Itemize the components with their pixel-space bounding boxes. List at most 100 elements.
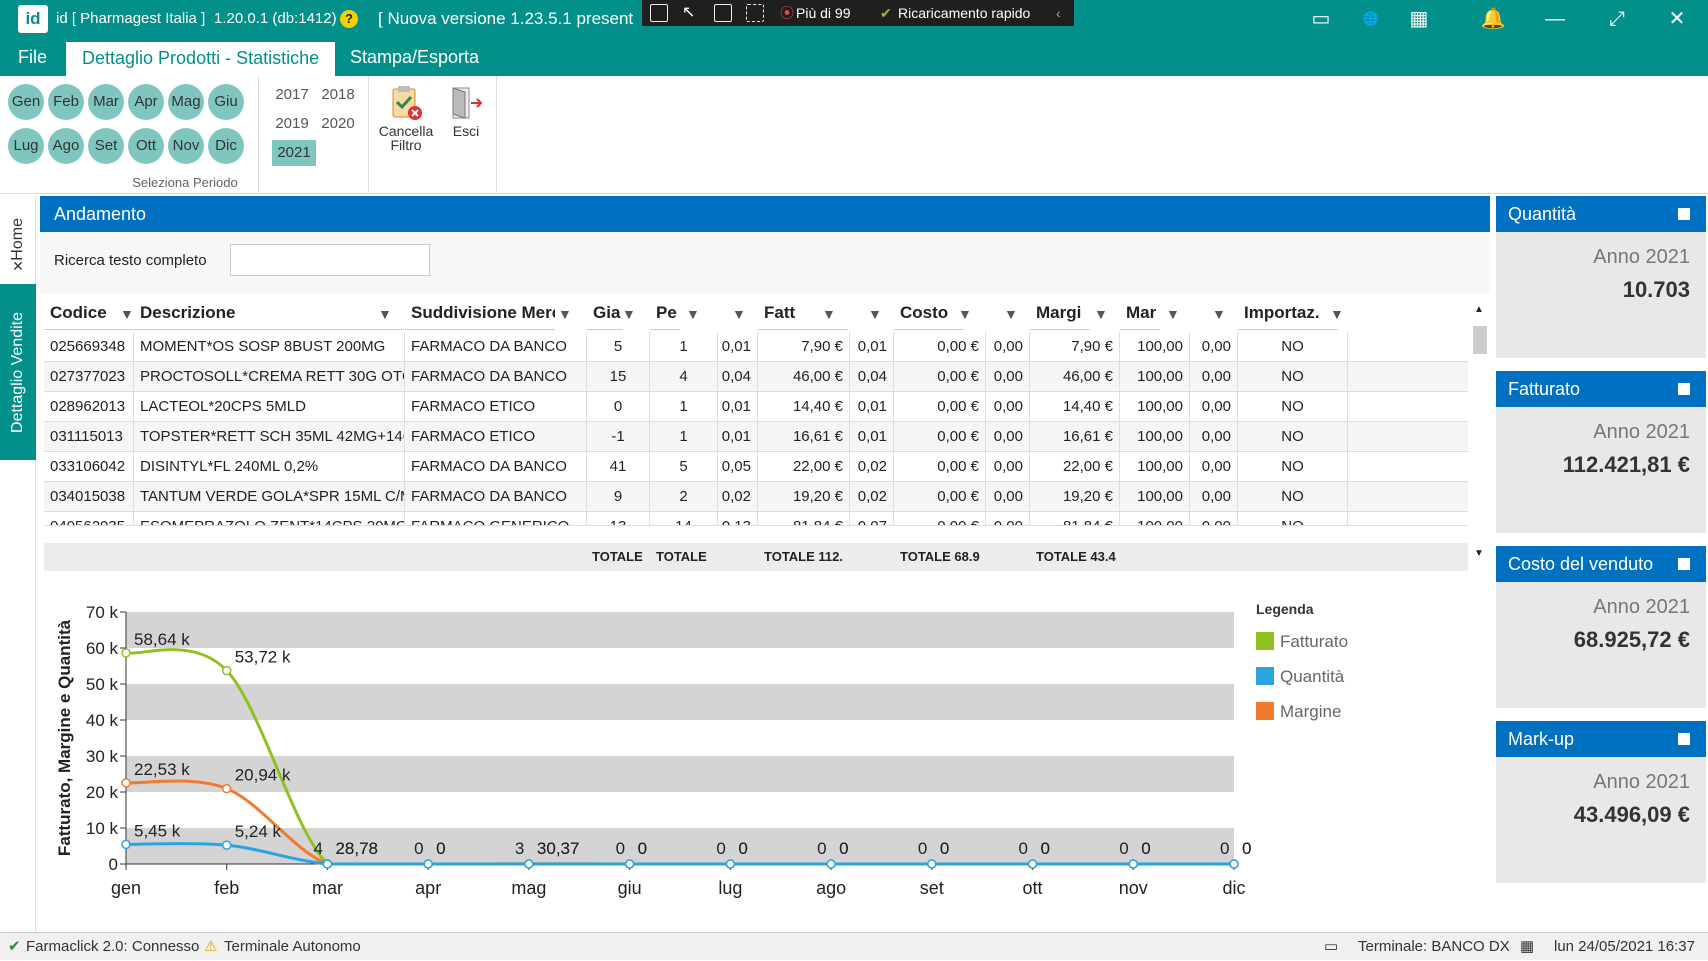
x-tick-label: dic: [1222, 878, 1245, 898]
table-row[interactable]: 033106042 DISINTYL*FL 240ML 0,2% FARMACO D…: [44, 452, 1468, 482]
help-icon[interactable]: ?: [340, 10, 358, 28]
table-row[interactable]: 034015038 TANTUM VERDE GOLA*SPR 15ML C/M F…: [44, 482, 1468, 512]
month-giu[interactable]: Giu: [208, 84, 244, 120]
filter-icon[interactable]: ▼: [120, 306, 134, 322]
filter-icon[interactable]: ▼: [1330, 306, 1344, 322]
minimize-icon[interactable]: —: [1540, 0, 1570, 38]
month-dic[interactable]: Dic: [208, 128, 244, 164]
quick-reload[interactable]: Ricaricamento rapido: [898, 0, 1030, 26]
data-point[interactable]: [221, 783, 232, 794]
col-header-suddivisione[interactable]: Suddivisione Merc: [405, 296, 555, 330]
window-icon[interactable]: [714, 4, 732, 22]
exit-button[interactable]: Esci: [444, 84, 488, 138]
filter-icon[interactable]: ▼: [558, 306, 572, 322]
month-mag[interactable]: Mag: [168, 84, 204, 120]
month-gen[interactable]: Gen: [8, 84, 44, 120]
web-icon[interactable]: 🌐: [1358, 0, 1384, 38]
expand-icon[interactable]: [1678, 733, 1690, 745]
year-2020[interactable]: 2020: [318, 111, 358, 137]
year-2019[interactable]: 2019: [272, 111, 312, 137]
table-row[interactable]: 040562035ESOMEPRAZOLO ZENT*14CPS 20MGFAR…: [44, 512, 1468, 526]
filter-icon[interactable]: ▼: [1004, 306, 1018, 322]
fullscreen-icon[interactable]: ⤢: [1602, 0, 1632, 38]
data-point[interactable]: [423, 859, 433, 869]
table-row[interactable]: 027377023 PROCTOSOLL*CREMA RETT 30G OTC FA…: [44, 362, 1468, 392]
month-mar[interactable]: Mar: [88, 84, 124, 120]
scroll-thumb[interactable]: [1473, 326, 1487, 354]
filter-icon[interactable]: ▼: [1166, 306, 1180, 322]
month-nov[interactable]: Nov: [168, 128, 204, 164]
month-ott[interactable]: Ott: [128, 128, 164, 164]
close-icon[interactable]: ✕: [1662, 0, 1692, 38]
bell-icon[interactable]: 🔔: [1480, 0, 1506, 38]
table-row[interactable]: 031115013 TOPSTER*RETT SCH 35ML 42MG+14C F…: [44, 422, 1468, 452]
scroll-down-icon[interactable]: ▼: [1474, 548, 1484, 559]
filter-icon[interactable]: ▼: [378, 306, 392, 322]
col-header-costo[interactable]: Costo: [894, 296, 964, 330]
notifications-count[interactable]: Più di 99: [796, 0, 850, 26]
data-point[interactable]: [524, 859, 534, 869]
new-version-notice[interactable]: [ Nuova versione 1.23.5.1 present: [378, 0, 633, 38]
data-point[interactable]: [121, 648, 131, 658]
grid-scrollbar[interactable]: ▲ ▼: [1470, 296, 1490, 566]
data-point[interactable]: [725, 859, 736, 869]
clear-filter-button[interactable]: Cancella Filtro: [376, 84, 436, 152]
year-2017[interactable]: 2017: [272, 82, 312, 108]
data-point[interactable]: [927, 859, 937, 869]
calculator-icon[interactable]: ▦: [1406, 0, 1432, 38]
screen-capture-icon[interactable]: [650, 4, 668, 22]
month-feb[interactable]: Feb: [48, 84, 84, 120]
col-header-markup[interactable]: Mar: [1120, 296, 1160, 330]
data-point[interactable]: [121, 839, 131, 850]
table-row[interactable]: 028962013 LACTEOL*20CPS 5MLD FARMACO ETICO…: [44, 392, 1468, 422]
col-header-margine[interactable]: Margi: [1030, 296, 1090, 330]
data-point[interactable]: [826, 859, 836, 869]
data-point[interactable]: [1128, 859, 1139, 869]
filter-icon[interactable]: ▼: [622, 306, 636, 322]
year-2021[interactable]: 2021: [272, 140, 316, 166]
year-2018[interactable]: 2018: [318, 82, 358, 108]
filter-icon[interactable]: ▼: [1094, 306, 1108, 322]
col-header-giacenza[interactable]: Gia: [587, 296, 623, 330]
region-select-icon[interactable]: [746, 4, 764, 22]
search-input[interactable]: [230, 244, 430, 276]
col-header-pezzi[interactable]: Pe: [650, 296, 680, 330]
filter-icon[interactable]: ▼: [822, 306, 836, 322]
filter-icon[interactable]: ▼: [1212, 306, 1226, 322]
filter-icon[interactable]: ▼: [686, 306, 700, 322]
side-tab-dettaglio-vendite[interactable]: Dettaglio Vendite: [0, 284, 36, 460]
cell-perc-fatt: 0,04: [850, 362, 894, 391]
point-label: 22,53 k: [134, 760, 190, 779]
month-lug[interactable]: Lug: [8, 128, 44, 164]
data-point[interactable]: [221, 840, 232, 850]
pointer-icon[interactable]: ↖: [682, 4, 700, 22]
data-point[interactable]: [221, 665, 232, 676]
filter-icon[interactable]: ▼: [732, 306, 746, 322]
filter-icon[interactable]: ▼: [868, 306, 882, 322]
connected-icon: ✔: [8, 938, 21, 955]
data-point[interactable]: [322, 859, 333, 869]
x-tick-label: giu: [618, 878, 642, 898]
expand-icon[interactable]: [1678, 383, 1690, 395]
filter-icon[interactable]: ▼: [958, 306, 972, 322]
remote-icon[interactable]: ▭: [1308, 0, 1334, 38]
data-point[interactable]: [121, 778, 131, 788]
collapse-icon[interactable]: ‹: [1056, 0, 1061, 26]
table-row[interactable]: 025669348 MOMENT*OS SOSP 8BUST 200MG FARMA…: [44, 332, 1468, 362]
cell-fatturato: 81,84 €: [758, 512, 850, 525]
tab-dettaglio-prodotti[interactable]: Dettaglio Prodotti - Statistiche: [66, 42, 336, 76]
tab-file[interactable]: File: [18, 38, 47, 76]
close-home-icon[interactable]: ✕: [0, 254, 36, 278]
data-point[interactable]: [624, 859, 635, 869]
month-ago[interactable]: Ago: [48, 128, 84, 164]
col-header-descrizione[interactable]: Descrizione: [134, 296, 404, 330]
data-point[interactable]: [1229, 859, 1239, 869]
data-point[interactable]: [1027, 859, 1038, 869]
tab-stampa-esporta[interactable]: Stampa/Esporta: [350, 38, 479, 76]
expand-icon[interactable]: [1678, 208, 1690, 220]
month-set[interactable]: Set: [88, 128, 124, 164]
expand-icon[interactable]: [1678, 558, 1690, 570]
month-apr[interactable]: Apr: [128, 84, 164, 120]
col-header-importazione[interactable]: Importaz.: [1238, 296, 1338, 330]
scroll-up-icon[interactable]: ▲: [1474, 304, 1484, 315]
